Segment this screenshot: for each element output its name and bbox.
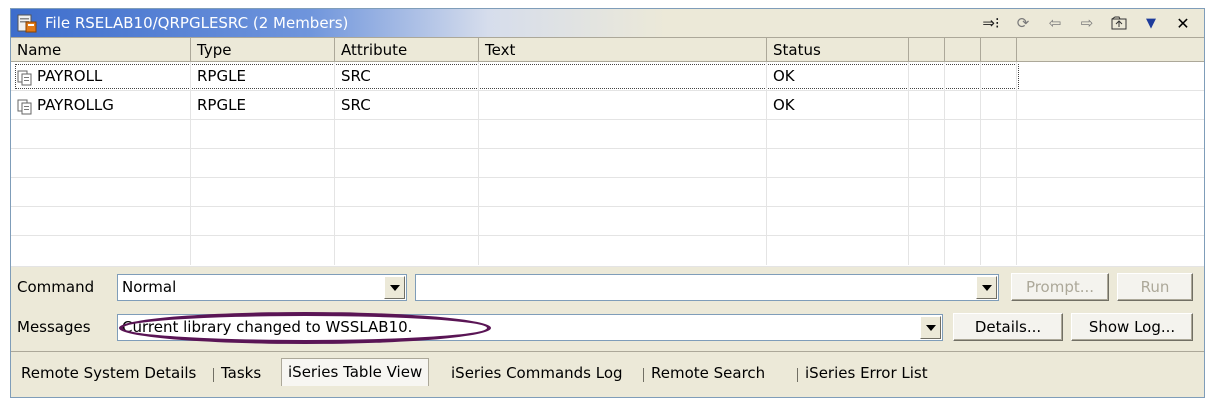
member-attribute-cell: SRC bbox=[335, 62, 479, 91]
messages-label: Messages bbox=[17, 318, 91, 336]
chevron-down-icon[interactable] bbox=[920, 316, 941, 339]
column-header-attribute[interactable]: Attribute bbox=[335, 38, 479, 62]
show-log-button[interactable]: Show Log... bbox=[1071, 313, 1193, 341]
empty-table-row bbox=[11, 120, 1204, 149]
refresh-icon[interactable]: ⟳ bbox=[1012, 13, 1034, 33]
member-icon bbox=[17, 96, 33, 114]
command-bar: Command Normal Prompt... Run bbox=[11, 271, 1204, 305]
empty-table-row bbox=[11, 207, 1204, 236]
extra-cell bbox=[981, 91, 1017, 120]
table-row[interactable]: PAYROLL RPGLE SRC OK bbox=[11, 62, 1204, 91]
messages-combo[interactable]: Current library changed to WSSLAB10. bbox=[117, 314, 943, 341]
view-menu-icon[interactable]: ▼ bbox=[1140, 13, 1162, 33]
member-text-cell bbox=[479, 91, 767, 120]
chevron-down-icon[interactable] bbox=[976, 276, 997, 299]
forward-icon[interactable]: ⇨ bbox=[1076, 13, 1098, 33]
table-view-panel: File RSELAB10/QRPGLESRC (2 Members) ⇒⁝ ⟳… bbox=[10, 8, 1205, 398]
member-type-cell: RPGLE bbox=[191, 62, 335, 91]
member-status-cell: OK bbox=[767, 91, 909, 120]
column-header-extra-1[interactable] bbox=[909, 38, 945, 62]
chevron-down-icon[interactable] bbox=[384, 276, 405, 299]
filter-icon[interactable]: ⇒⁝ bbox=[980, 13, 1002, 33]
command-mode-value: Normal bbox=[122, 278, 177, 296]
tab-iseries-error-list[interactable]: iSeries Error List bbox=[799, 361, 934, 385]
table-row[interactable]: PAYROLLG RPGLE SRC OK bbox=[11, 91, 1204, 120]
member-text-cell bbox=[479, 62, 767, 91]
table-header: Name Type Attribute Text Status bbox=[11, 38, 1204, 62]
member-name: PAYROLL bbox=[37, 67, 103, 85]
member-icon bbox=[17, 67, 33, 85]
extra-cell bbox=[981, 62, 1017, 91]
up-level-icon[interactable] bbox=[1108, 13, 1130, 33]
view-title: File RSELAB10/QRPGLESRC (2 Members) bbox=[45, 14, 349, 32]
back-icon[interactable]: ⇦ bbox=[1044, 13, 1066, 33]
details-button[interactable]: Details... bbox=[953, 313, 1063, 341]
member-type-cell: RPGLE bbox=[191, 91, 335, 120]
column-header-text[interactable]: Text bbox=[479, 38, 767, 62]
column-header-extra-3[interactable] bbox=[981, 38, 1017, 62]
view-toolbar: ⇒⁝ ⟳ ⇦ ⇨ ▼ ✕ bbox=[980, 13, 1194, 33]
empty-table-row bbox=[11, 178, 1204, 207]
empty-table-row bbox=[11, 236, 1204, 267]
prompt-button[interactable]: Prompt... bbox=[1011, 273, 1109, 301]
members-table: Name Type Attribute Text Status PAYROLL … bbox=[11, 38, 1204, 267]
command-input[interactable] bbox=[415, 274, 999, 301]
tab-tasks[interactable]: Tasks bbox=[215, 361, 267, 385]
column-header-name[interactable]: Name bbox=[11, 38, 191, 62]
source-file-icon bbox=[17, 13, 37, 33]
tab-iseries-commands-log[interactable]: iSeries Commands Log bbox=[445, 361, 629, 385]
member-status-cell: OK bbox=[767, 62, 909, 91]
column-header-status[interactable]: Status bbox=[767, 38, 909, 62]
extra-cell bbox=[945, 62, 981, 91]
messages-value: Current library changed to WSSLAB10. bbox=[122, 318, 413, 336]
view-title-bar: File RSELAB10/QRPGLESRC (2 Members) ⇒⁝ ⟳… bbox=[11, 9, 1204, 38]
member-name-cell: PAYROLL bbox=[11, 62, 191, 91]
empty-table-row bbox=[11, 149, 1204, 178]
run-button[interactable]: Run bbox=[1117, 273, 1193, 301]
tab-iseries-table-view[interactable]: iSeries Table View bbox=[281, 358, 430, 386]
tab-remote-system-details[interactable]: Remote System Details bbox=[15, 361, 202, 385]
tab-remote-search[interactable]: Remote Search bbox=[645, 361, 771, 385]
column-header-extra-2[interactable] bbox=[945, 38, 981, 62]
member-name-cell: PAYROLLG bbox=[11, 91, 191, 120]
member-name: PAYROLLG bbox=[37, 96, 114, 114]
close-icon[interactable]: ✕ bbox=[1172, 13, 1194, 33]
member-attribute-cell: SRC bbox=[335, 91, 479, 120]
command-label: Command bbox=[17, 278, 95, 296]
column-header-type[interactable]: Type bbox=[191, 38, 335, 62]
command-mode-combo[interactable]: Normal bbox=[117, 274, 407, 301]
extra-cell bbox=[909, 91, 945, 120]
extra-cell bbox=[909, 62, 945, 91]
extra-cell bbox=[945, 91, 981, 120]
messages-bar: Messages Current library changed to WSSL… bbox=[11, 311, 1204, 345]
view-tabs: Remote System Details Tasks iSeries Tabl… bbox=[11, 351, 1204, 397]
